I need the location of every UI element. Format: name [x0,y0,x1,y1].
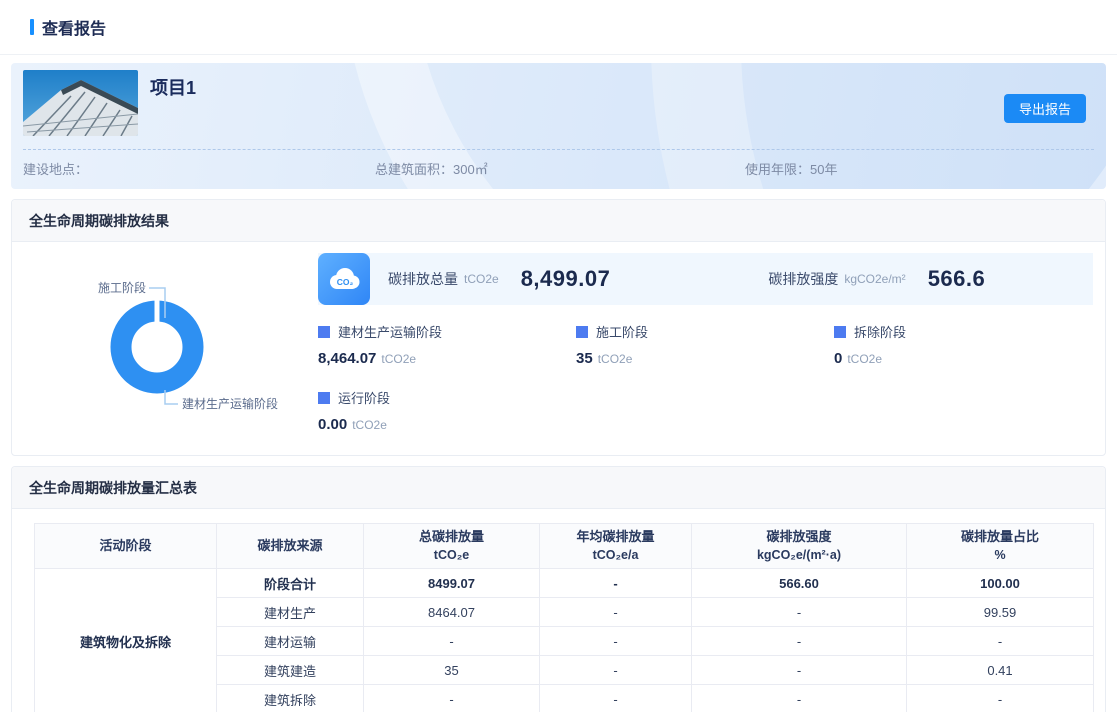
col-activity-stage: 活动阶段 [35,524,217,569]
summary-card: 全生命周期碳排放量汇总表 活动阶段 碳排放来源 总碳排放量tCO₂e 年均碳排放… [11,466,1106,712]
legend-item-materials: 建材生产运输阶段 8,464.07 tCO2e [318,318,576,384]
info-floor-area: 总建筑面积：300㎡ [375,159,488,178]
banner-divider [23,149,1094,150]
legend-square-icon [576,326,588,338]
cell-intensity: - [692,656,907,685]
info-location: 建设地点： [23,159,88,178]
donut-label-materials: 建材生产运输阶段 [182,396,278,411]
legend-square-icon [318,392,330,404]
export-report-button[interactable]: 导出报告 [1004,94,1086,123]
group-cell-embodied: 建筑物化及拆除 [35,569,217,712]
project-name: 项目1 [150,74,196,100]
table-row: 建筑物化及拆除 阶段合计 8499.07 - 566.60 100.00 [35,569,1094,598]
cell-source: 建材生产 [217,598,364,627]
co2-cloud-icon: CO₂ [318,253,370,305]
legend-label: 拆除阶段 [854,322,906,341]
legend-unit: tCO2e [352,418,387,432]
cell-intensity: 566.60 [692,569,907,598]
info-location-label: 建设地点： [23,162,88,177]
info-service-life-value: 50年 [810,162,837,177]
legend-item-construction: 施工阶段 35 tCO2e [576,318,834,384]
legend-square-icon [834,326,846,338]
summary-card-title: 全生命周期碳排放量汇总表 [29,478,197,498]
co2-icon-text: CO₂ [337,277,354,287]
cell-ratio: - [907,627,1094,656]
total-emission-label: 碳排放总量 [388,269,458,289]
col-emission-source: 碳排放来源 [217,524,364,569]
project-photo [23,70,138,136]
total-emission: 碳排放总量 tCO2e 8,499.07 [388,266,610,292]
summary-card-body: 活动阶段 碳排放来源 总碳排放量tCO₂e 年均碳排放量tCO₂e/a 碳排放强… [12,509,1105,712]
summary-card-header: 全生命周期碳排放量汇总表 [12,467,1105,509]
legend-value: 0 [834,350,842,367]
total-emission-unit: tCO2e [464,272,499,286]
cell-annual: - [540,569,692,598]
stage-legend: 建材生产运输阶段 8,464.07 tCO2e 施工阶段 35 tCO2e 拆除阶段… [318,318,1093,450]
legend-label: 运行阶段 [338,388,390,407]
cell-annual: - [540,685,692,712]
project-banner: 项目1 导出报告 建设地点： 总建筑面积：300㎡ 使用年限：50年 [11,63,1106,189]
legend-label: 建材生产运输阶段 [338,322,442,341]
table-header-row: 活动阶段 碳排放来源 总碳排放量tCO₂e 年均碳排放量tCO₂e/a 碳排放强… [35,524,1094,569]
legend-item-demolition: 拆除阶段 0 tCO2e [834,318,1093,384]
page-title: 查看报告 [42,15,106,39]
donut-chart: 施工阶段 建材生产运输阶段 [12,242,322,455]
cell-total: - [364,685,540,712]
cell-total: - [364,627,540,656]
cell-intensity: - [692,627,907,656]
legend-square-icon [318,326,330,338]
legend-value: 8,464.07 [318,350,376,367]
result-card-title: 全生命周期碳排放结果 [29,211,169,231]
donut-label-construction: 施工阶段 [98,280,146,295]
result-card: 全生命周期碳排放结果 施工阶段 建材生产运输阶段 CO₂ [11,199,1106,456]
cell-source: 建材运输 [217,627,364,656]
emission-intensity: 碳排放强度 kgCO2e/m² 566.6 [768,266,985,292]
cell-total: 8464.07 [364,598,540,627]
totals-bar: CO₂ 碳排放总量 tCO2e 8,499.07 碳排放强度 kgCO2e/m²… [318,253,1093,305]
legend-item-operation: 运行阶段 0.00 tCO2e [318,384,576,450]
summary-table: 活动阶段 碳排放来源 总碳排放量tCO₂e 年均碳排放量tCO₂e/a 碳排放强… [34,523,1094,712]
emission-intensity-value: 566.6 [928,266,986,292]
cell-intensity: - [692,598,907,627]
legend-unit: tCO2e [598,352,633,366]
legend-value: 0.00 [318,416,347,433]
legend-unit: tCO2e [381,352,416,366]
col-emission-intensity: 碳排放强度kgCO₂e/(m²·a) [692,524,907,569]
cell-annual: - [540,598,692,627]
legend-unit: tCO2e [847,352,882,366]
result-card-body: 施工阶段 建材生产运输阶段 CO₂ 碳排放总量 tCO2e 8,499.07 [12,242,1105,455]
emission-intensity-label: 碳排放强度 [768,269,838,289]
col-emission-ratio: 碳排放量占比% [907,524,1094,569]
legend-label: 施工阶段 [596,322,648,341]
cell-source: 阶段合计 [217,569,364,598]
emission-intensity-unit: kgCO2e/m² [844,272,905,286]
info-floor-area-label: 总建筑面积： [375,162,453,177]
info-service-life: 使用年限：50年 [745,159,837,178]
result-card-header: 全生命周期碳排放结果 [12,200,1105,242]
info-service-life-label: 使用年限： [745,162,810,177]
total-emission-value: 8,499.07 [521,266,611,292]
cell-ratio: 100.00 [907,569,1094,598]
cell-annual: - [540,627,692,656]
page-header: 查看报告 [0,0,1117,55]
legend-value: 35 [576,350,593,367]
cell-intensity: - [692,685,907,712]
info-floor-area-value: 300㎡ [453,162,488,177]
building-image [23,70,138,136]
col-annual-emission: 年均碳排放量tCO₂e/a [540,524,692,569]
donut-gap [155,298,160,322]
cell-ratio: 99.59 [907,598,1094,627]
cell-annual: - [540,656,692,685]
title-accent-bar [30,19,34,35]
cell-ratio: 0.41 [907,656,1094,685]
cell-total: 35 [364,656,540,685]
cell-total: 8499.07 [364,569,540,598]
cell-source: 建筑建造 [217,656,364,685]
col-total-emission: 总碳排放量tCO₂e [364,524,540,569]
cell-ratio: - [907,685,1094,712]
cell-source: 建筑拆除 [217,685,364,712]
